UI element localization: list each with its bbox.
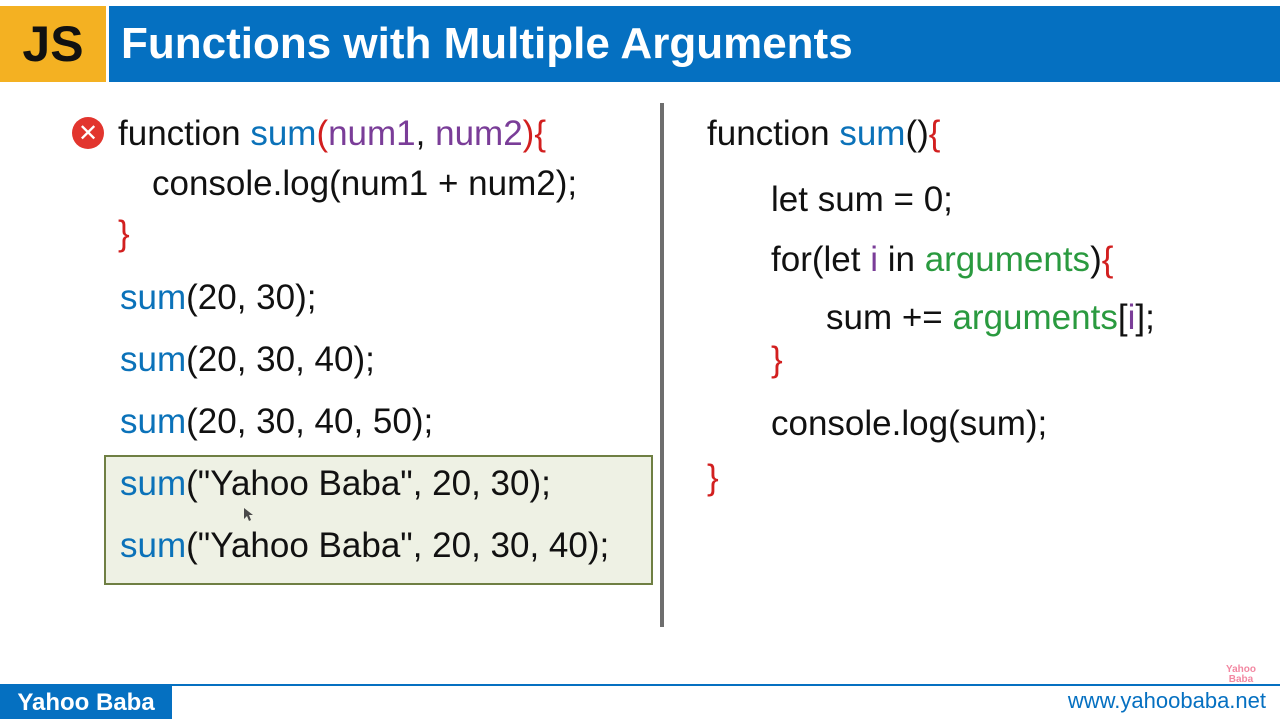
brace-open: { xyxy=(1101,240,1114,279)
bracket-open: [ xyxy=(1117,298,1128,337)
header-bar: JS Functions with Multiple Arguments xyxy=(0,6,1280,82)
call-name: sum xyxy=(120,340,187,379)
js-badge: JS xyxy=(0,6,106,82)
right-brace-close: } xyxy=(707,458,719,497)
arguments-keyword: arguments xyxy=(952,298,1118,337)
for-close: ) xyxy=(1090,240,1102,279)
panel-divider xyxy=(660,103,664,627)
call-line-4: sum("Yahoo Baba", 20, 30); xyxy=(120,462,551,506)
call-args: (20, 30, 40, 50); xyxy=(186,402,434,441)
title-bar: Functions with Multiple Arguments xyxy=(109,6,1280,82)
param-comma: , xyxy=(415,114,436,153)
right-function-declaration: function sum(){ xyxy=(707,112,940,156)
param-num1: num1 xyxy=(328,114,416,153)
function-name: sum xyxy=(839,114,906,153)
brace-open: { xyxy=(534,114,547,153)
brace-open: { xyxy=(928,114,941,153)
footer-url: www.yahoobaba.net xyxy=(1067,688,1266,713)
sum-add: sum += xyxy=(826,298,953,337)
call-line-5: sum("Yahoo Baba", 20, 30, 40); xyxy=(120,524,609,568)
footer-brand: Yahoo Baba xyxy=(0,686,172,719)
function-parens: () xyxy=(905,114,929,153)
slide-title: Functions with Multiple Arguments xyxy=(121,19,853,68)
function-keyword: function xyxy=(707,114,840,153)
arguments-keyword: arguments xyxy=(924,240,1091,279)
call-args: ("Yahoo Baba", 20, 30); xyxy=(186,464,551,503)
let-sum-line: let sum = 0; xyxy=(771,180,953,219)
paren-open: ( xyxy=(316,114,329,153)
loop-variable: i xyxy=(870,240,878,279)
left-brace-close: } xyxy=(118,214,130,253)
left-function-body: console.log(num1 + num2); xyxy=(152,164,578,203)
call-args: (20, 30, 40); xyxy=(186,340,375,379)
for-prefix: for(let xyxy=(771,240,871,279)
call-args: (20, 30); xyxy=(186,278,317,317)
function-keyword: function xyxy=(118,114,251,153)
for-loop-line: for(let i in arguments){ xyxy=(771,238,1113,282)
call-name: sum xyxy=(120,526,187,565)
paren-close: ) xyxy=(522,114,535,153)
call-name: sum xyxy=(120,402,187,441)
in-keyword: in xyxy=(877,240,925,279)
param-num2: num2 xyxy=(435,114,523,153)
error-x-circle-icon: ✕ xyxy=(72,117,104,149)
console-log-line: console.log(sum); xyxy=(771,404,1048,443)
call-line-3: sum(20, 30, 40, 50); xyxy=(120,400,433,444)
call-name: sum xyxy=(120,278,187,317)
for-brace-close: } xyxy=(771,340,783,379)
function-name: sum xyxy=(250,114,317,153)
call-line-2: sum(20, 30, 40); xyxy=(120,338,375,382)
footer-rule xyxy=(0,684,1280,686)
left-function-declaration: function sum(num1, num2){ xyxy=(118,112,546,156)
mouse-cursor-icon xyxy=(244,508,253,521)
sum-add-line: sum += arguments[i]; xyxy=(826,296,1155,340)
call-name: sum xyxy=(120,464,187,503)
bracket-close: ]; xyxy=(1135,298,1155,337)
call-line-1: sum(20, 30); xyxy=(120,276,316,320)
call-args: ("Yahoo Baba", 20, 30, 40); xyxy=(186,526,610,565)
